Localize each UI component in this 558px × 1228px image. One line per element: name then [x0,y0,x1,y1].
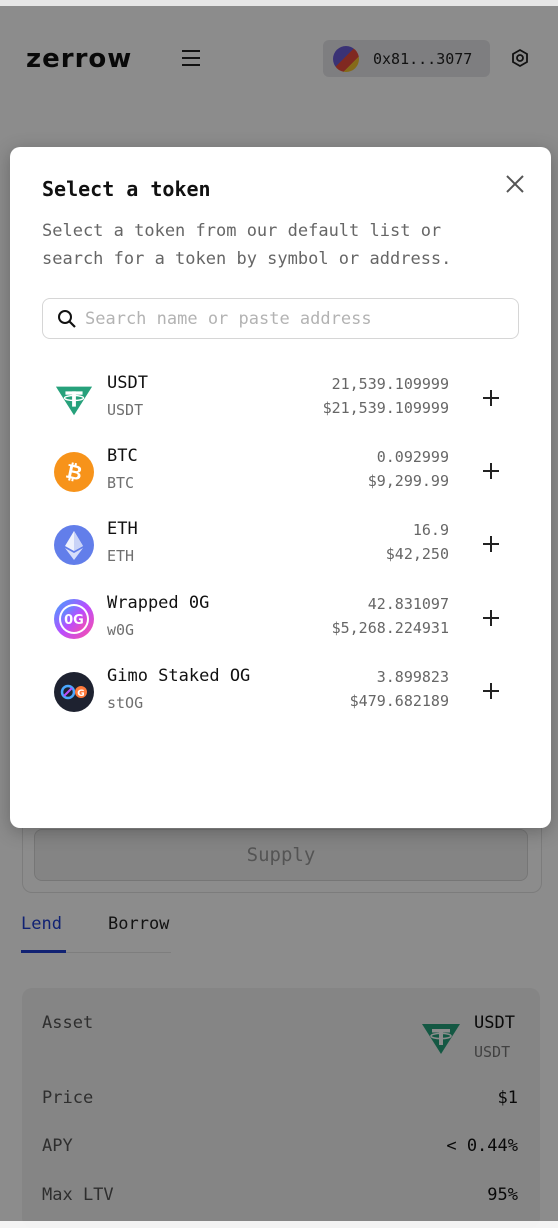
token-usd-value: $5,268.224931 [331,619,449,637]
token-name: ETH [107,519,138,539]
add-token-plus-icon[interactable] [480,680,502,702]
add-token-plus-icon[interactable] [480,460,502,482]
token-usd-value: $9,299.99 [367,472,449,490]
stog-icon: G [54,672,94,712]
token-row-usdt[interactable]: USDT USDT 21,539.109999 $21,539.109999 [42,371,512,427]
search-field[interactable] [42,298,519,339]
add-token-plus-icon[interactable] [480,533,502,555]
token-row-w0g[interactable]: 0G Wrapped 0G w0G 42.831097 $5,268.22493… [42,591,512,647]
modal-title: Select a token [42,177,211,201]
token-balance: 0.092999 [376,448,449,466]
select-token-modal: Select a token Select a token from our d… [10,147,551,828]
add-token-plus-icon[interactable] [480,387,502,409]
modal-description: Select a token from our default list or … [42,221,452,269]
add-token-plus-icon[interactable] [480,607,502,629]
svg-text:0G: 0G [64,613,84,628]
token-symbol: ETH [107,547,135,565]
token-balance: 42.831097 [367,595,449,613]
usdt-icon [54,379,94,419]
search-input[interactable] [83,307,507,330]
token-row-btc[interactable]: ₿ BTC BTC 0.092999 $9,299.99 [42,444,512,500]
token-symbol: USDT [107,401,144,419]
token-name: BTC [107,446,138,466]
token-usd-value: $479.682189 [349,692,449,710]
token-name: Gimo Staked OG [107,666,251,686]
eth-icon [54,525,94,565]
token-usd-value: $21,539.109999 [322,399,449,417]
token-balance: 3.899823 [376,668,449,686]
token-balance: 16.9 [412,521,449,539]
token-symbol: w0G [107,621,135,639]
w0g-icon: 0G [54,599,94,639]
btc-icon: ₿ [54,452,94,492]
close-icon[interactable] [502,171,528,197]
token-usd-value: $42,250 [385,545,449,563]
token-name: Wrapped 0G [107,593,210,613]
token-symbol: stOG [107,694,144,712]
svg-text:G: G [77,689,84,699]
token-row-stog[interactable]: G Gimo Staked OG stOG 3.899823 $479.6821… [42,664,512,720]
token-name: USDT [107,373,148,393]
token-balance: 21,539.109999 [331,375,449,393]
token-symbol: BTC [107,474,135,492]
search-icon [58,309,76,328]
token-row-eth[interactable]: ETH ETH 16.9 $42,250 [42,517,512,573]
